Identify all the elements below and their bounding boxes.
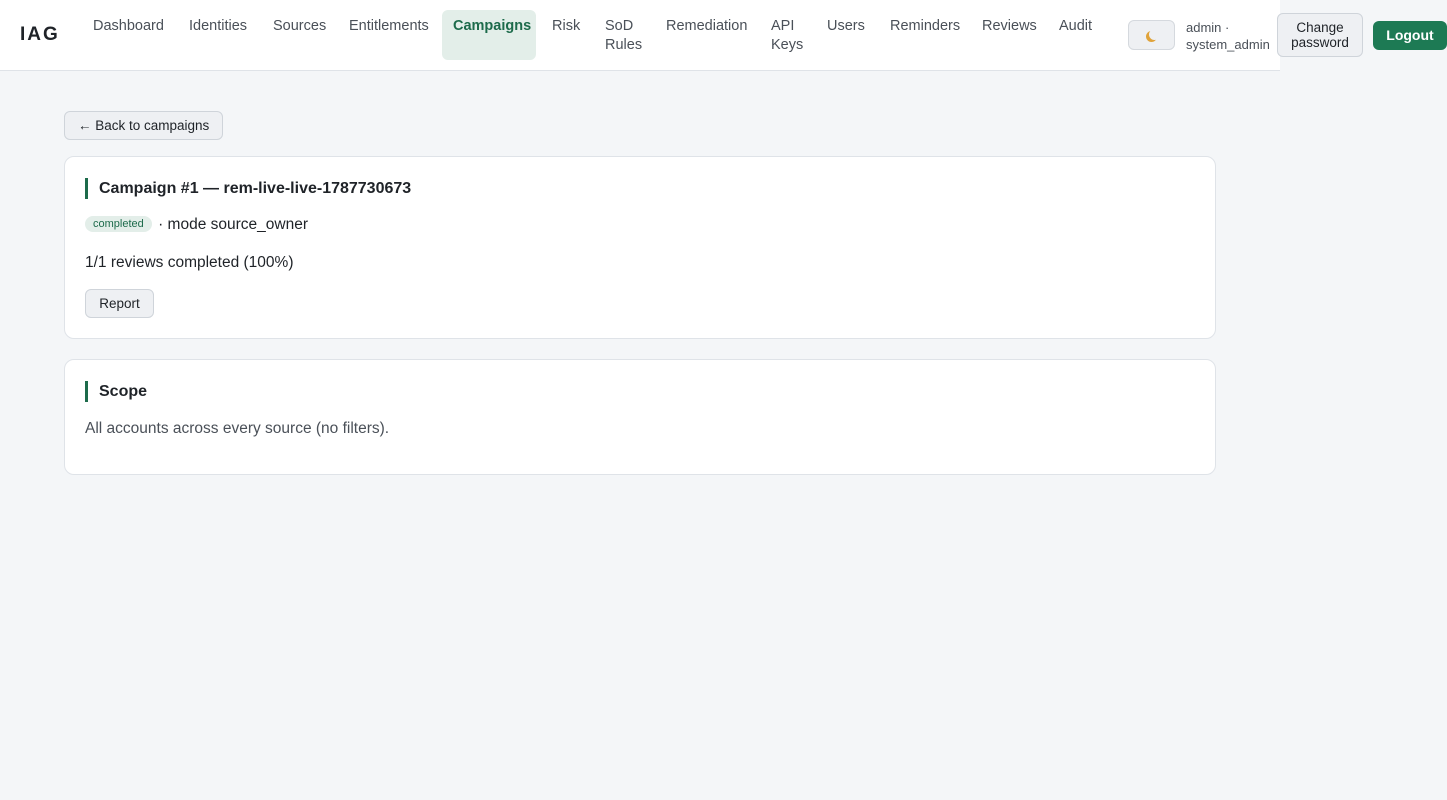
brand-logo[interactable]: IAG [20, 24, 60, 46]
nav-item-sources[interactable]: Sources [262, 10, 337, 60]
user-role: system_admin [1186, 37, 1270, 52]
scope-card: Scope All accounts across every source (… [64, 359, 1216, 475]
theme-toggle-button[interactable] [1128, 20, 1175, 50]
user-info: admin · system_admin [1186, 19, 1270, 53]
nav-item-api-keys[interactable]: API Keys [760, 10, 814, 60]
scope-description: All accounts across every source (no fil… [85, 420, 390, 437]
campaign-meta: completed · mode source_owner [85, 216, 308, 234]
nav-item-campaigns[interactable]: Campaigns [442, 10, 536, 60]
logout-button[interactable]: Logout [1373, 21, 1447, 50]
campaign-title: Campaign #1 — rem-live-live-1787730673 [85, 178, 411, 199]
nav-item-risk[interactable]: Risk [541, 10, 591, 60]
campaign-mode: · mode source_owner [158, 216, 308, 233]
nav-item-remediation[interactable]: Remediation [655, 10, 758, 60]
review-progress: 1/1 reviews completed (100%) [85, 254, 294, 271]
campaign-card: Campaign #1 — rem-live-live-1787730673 c… [64, 156, 1216, 339]
nav-item-entitlements[interactable]: Entitlements [338, 10, 440, 60]
nav-item-users[interactable]: Users [816, 10, 876, 60]
status-badge: completed [85, 216, 152, 232]
nav-item-sod-rules[interactable]: SoD Rules [594, 10, 653, 60]
nav-item-dashboard[interactable]: Dashboard [82, 10, 175, 60]
moon-icon [1149, 29, 1160, 40]
report-button[interactable]: Report [85, 289, 154, 318]
top-navbar: IAG Dashboard Identities Sources Entitle… [0, 0, 1280, 71]
change-password-button[interactable]: Change password [1277, 13, 1363, 57]
nav-item-reviews[interactable]: Reviews [971, 10, 1048, 60]
nav-item-audit[interactable]: Audit [1048, 10, 1103, 60]
nav-item-identities[interactable]: Identities [178, 10, 258, 60]
back-to-campaigns-button[interactable]: ← Back to campaigns [64, 111, 224, 140]
scope-title: Scope [85, 381, 147, 402]
nav-item-reminders[interactable]: Reminders [879, 10, 971, 60]
user-name: admin · [1186, 20, 1230, 35]
